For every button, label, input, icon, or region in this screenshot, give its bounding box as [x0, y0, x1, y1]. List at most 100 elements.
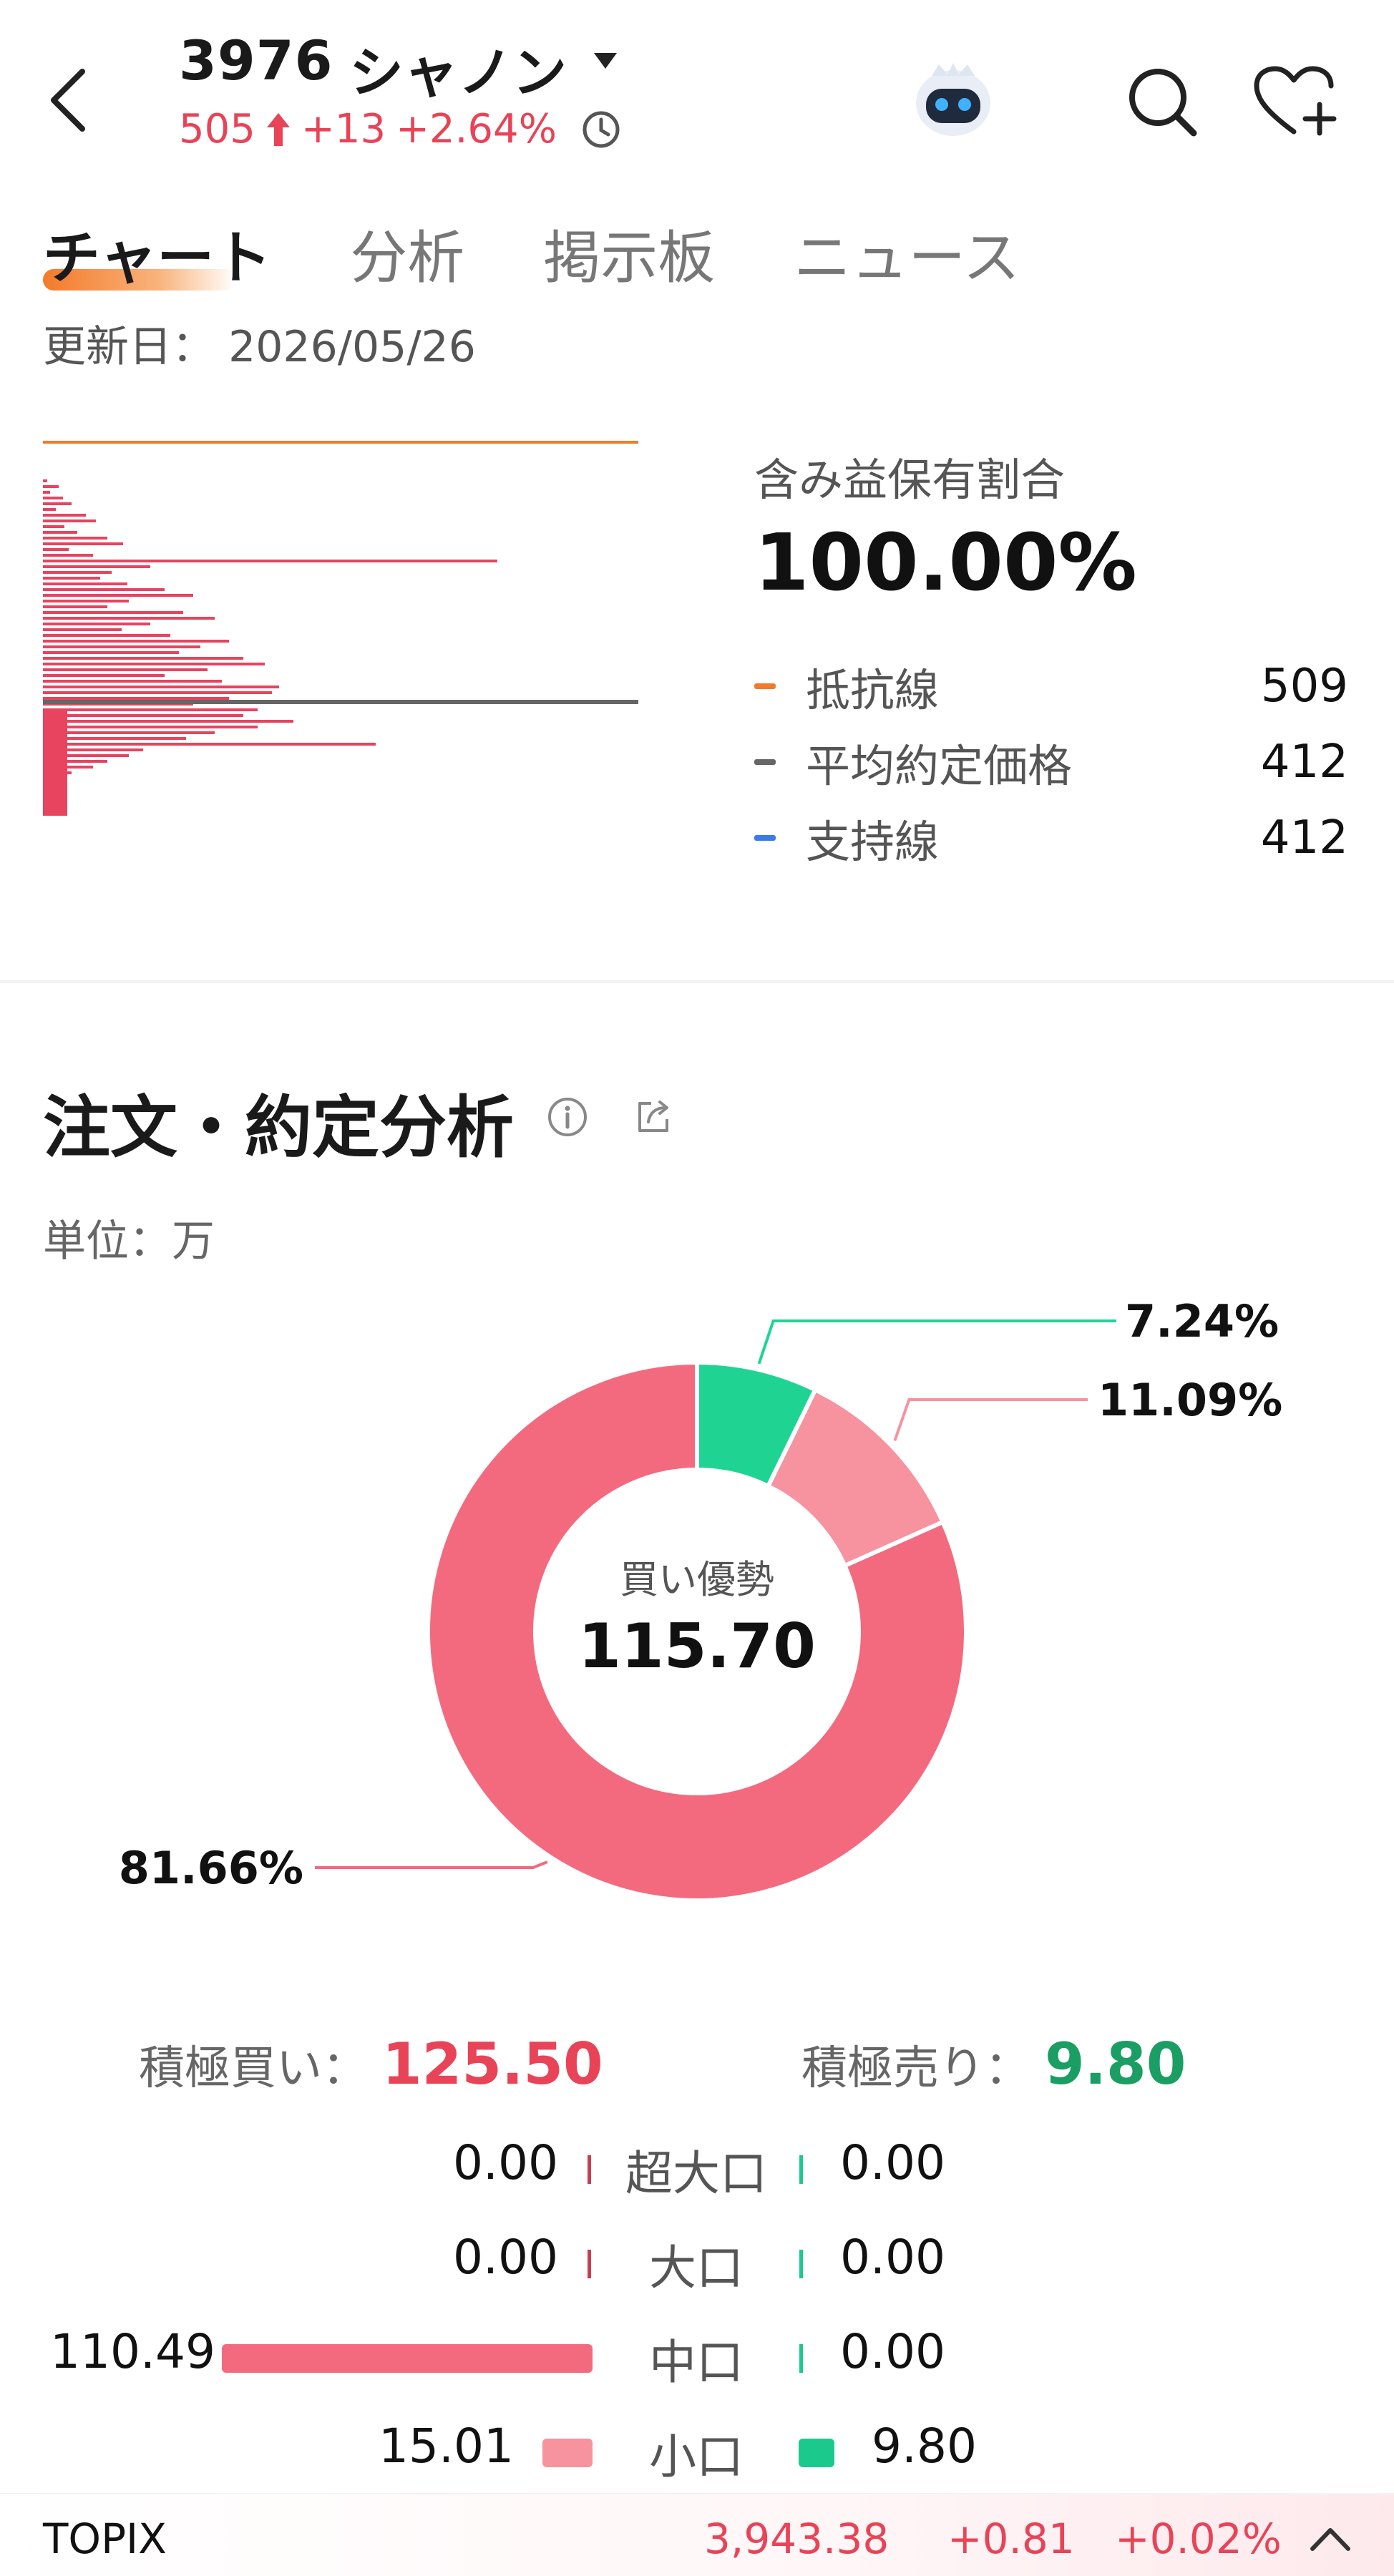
order-donut-chart: 7.24% 11.09% 81.66% 買い優勢 115.70 [119, 1295, 1282, 1903]
price-change: +13 [301, 106, 386, 152]
distribution-bar [43, 708, 67, 816]
index-change-pct: +0.02% [1115, 2514, 1282, 2563]
section-divider [0, 980, 1394, 983]
tab-analysis[interactable]: 分析 [350, 212, 464, 295]
size-label: 小口 [649, 2429, 744, 2484]
flow-row-small: 15.01 小口 9.80 [0, 2409, 1394, 2484]
legend-label: 抵抗線 [806, 664, 940, 716]
add-favorite-heart-icon[interactable] [1252, 64, 1338, 139]
sell-bar [799, 2250, 803, 2278]
unit-label: 単位：万 [43, 1216, 215, 1267]
slice-label: 11.09% [1098, 1374, 1282, 1426]
sell-bar [799, 2439, 834, 2467]
leader-line [315, 1860, 548, 1869]
distribution-bar [43, 514, 86, 517]
leader-line [757, 1319, 1116, 1365]
clock-icon[interactable] [581, 109, 621, 150]
buy-bar [542, 2439, 593, 2467]
distribution-bar [43, 680, 222, 683]
distribution-bar [43, 720, 293, 723]
header: 3976 シャノン 505 +13 +2.64% [0, 0, 1394, 186]
distribution-bar [43, 663, 265, 665]
tab-board[interactable]: 掲示板 [543, 212, 715, 295]
distribution-bar [43, 686, 279, 688]
legend-label: 支持線 [806, 816, 940, 868]
distribution-bar [43, 600, 129, 602]
distribution-bar [43, 731, 215, 734]
slice-label: 81.66% [119, 1842, 303, 1894]
sell-value: 0.00 [840, 2324, 945, 2379]
legend-dash-average [754, 759, 776, 765]
sell-bar [799, 2155, 803, 2184]
distribution-bar [43, 571, 112, 574]
active-buy-label: 積極買い： [139, 2042, 368, 2095]
distribution-bar [43, 588, 165, 591]
index-value: 3,943.38 [704, 2514, 889, 2563]
legend-average-price: 平均約定価格 412 [754, 724, 1348, 800]
distribution-bar [43, 743, 376, 746]
caret-down-icon[interactable] [591, 50, 620, 72]
distribution-bar [43, 537, 107, 540]
price-distribution-chart [43, 441, 638, 816]
tab-news[interactable]: ニュース [794, 212, 1020, 295]
tab-chart[interactable]: チャート [43, 212, 271, 295]
holding-ratio-value: 100.00% [754, 517, 1137, 608]
distribution-bar [43, 497, 63, 499]
sell-value: 0.00 [840, 2135, 945, 2190]
distribution-bar [43, 577, 100, 580]
size-label: 中口 [649, 2335, 744, 2390]
distribution-bar [43, 617, 215, 620]
distribution-bar [43, 531, 77, 534]
distribution-bar [43, 582, 127, 585]
buy-value: 0.00 [453, 2135, 558, 2190]
distribution-bar [43, 628, 122, 631]
distribution-bar [43, 565, 150, 568]
legend-resistance: 抵抗線 509 [754, 648, 1348, 724]
up-arrow-icon [266, 112, 290, 146]
active-sell-value: 9.80 [1045, 2031, 1186, 2097]
buy-bar [588, 2155, 591, 2184]
sell-value: 9.80 [872, 2419, 977, 2474]
distribution-bar [43, 508, 56, 511]
index-ticker-bar[interactable]: TOPIX 3,943.38 +0.81 +0.02% [0, 2493, 1394, 2576]
leader-line [893, 1398, 1088, 1442]
distribution-bar [43, 542, 123, 545]
stock-name[interactable]: シャノン [349, 29, 567, 107]
chevron-up-icon[interactable] [1308, 2524, 1352, 2553]
distribution-bar [43, 691, 272, 694]
distribution-bar [43, 714, 243, 717]
buy-value: 15.01 [379, 2419, 514, 2474]
sell-bar [799, 2344, 803, 2373]
distribution-bar [43, 640, 229, 643]
active-sell-label: 積極売り： [801, 2042, 1030, 2095]
search-icon[interactable] [1125, 64, 1199, 139]
flow-row-super-large: 0.00 超大口 0.00 [0, 2125, 1394, 2201]
legend-dash-resistance [754, 683, 776, 689]
price-line: 505 +13 +2.64% [179, 106, 621, 152]
index-change: +0.81 [947, 2514, 1075, 2563]
price-level-legend: 抵抗線 509 平均約定価格 412 支持線 412 [754, 648, 1348, 876]
distribution-bar [43, 502, 72, 505]
size-label: 超大口 [625, 2146, 767, 2201]
distribution-bar [43, 605, 107, 608]
holding-ratio-label: 含み益保有割合 [754, 454, 1066, 506]
section-title: 注文・約定分析 [43, 1089, 515, 1167]
distribution-bar [43, 519, 96, 522]
legend-value: 509 [1260, 660, 1348, 713]
distribution-bar [43, 657, 243, 660]
distribution-bar [43, 485, 59, 488]
distribution-bar [43, 645, 200, 648]
slice-label: 7.24% [1125, 1295, 1279, 1347]
info-icon[interactable] [547, 1096, 588, 1138]
legend-value: 412 [1260, 736, 1348, 789]
legend-support: 支持線 412 [754, 800, 1348, 876]
resistance-line [43, 441, 638, 444]
buy-bar [588, 2250, 591, 2278]
back-arrow-icon[interactable] [43, 64, 93, 136]
share-icon[interactable] [633, 1096, 674, 1138]
legend-label: 平均約定価格 [806, 740, 1073, 792]
legend-value: 412 [1260, 811, 1348, 864]
distribution-bar [43, 708, 258, 711]
assistant-robot-icon[interactable] [910, 57, 996, 143]
distribution-bar [43, 560, 497, 562]
